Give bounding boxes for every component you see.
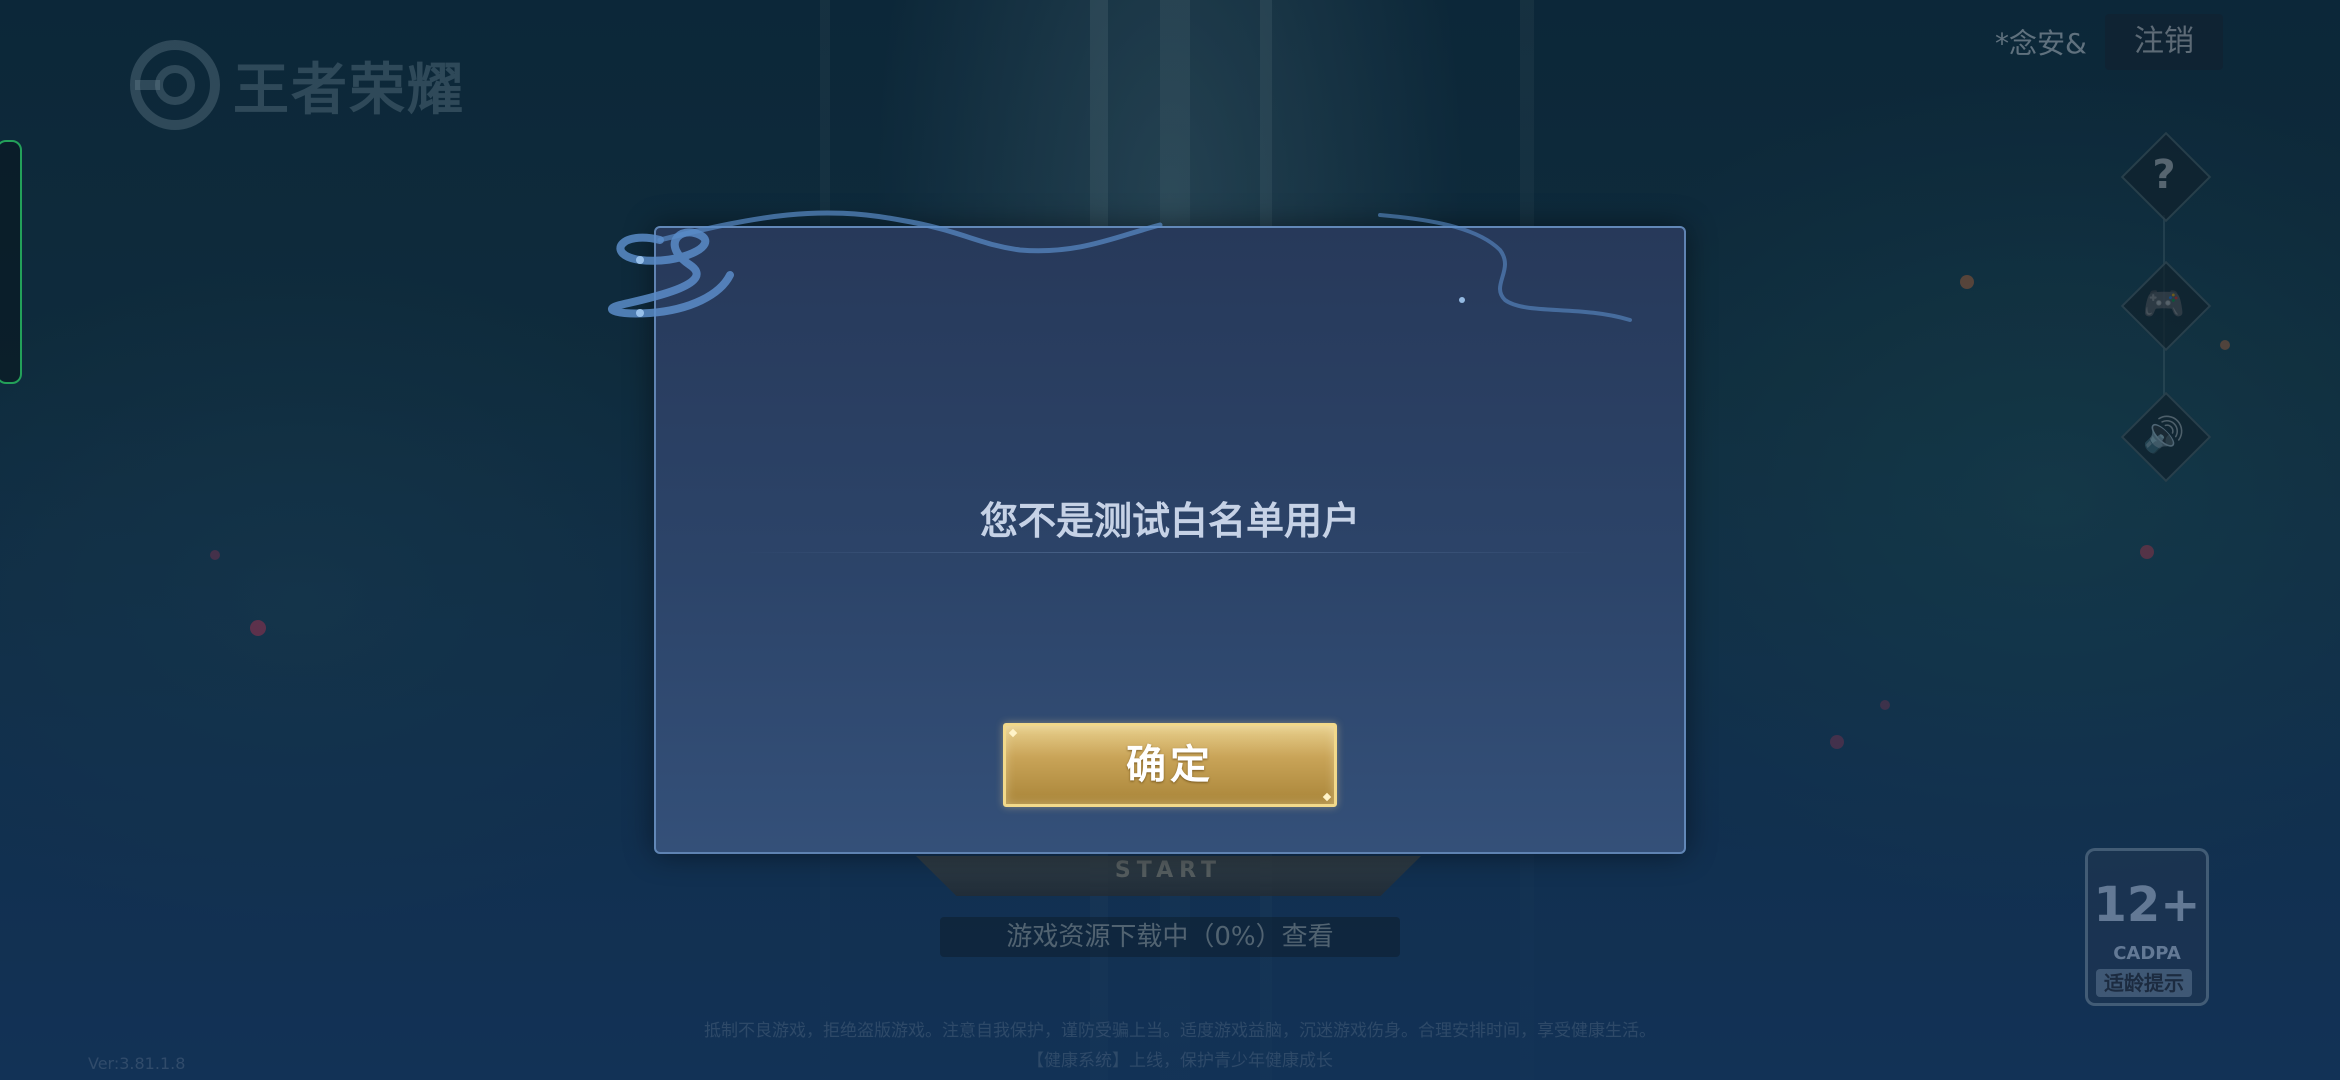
game-launch-screen: 王者荣耀 *念安& 注销 ? 🎮 🔊 12+ CADPA 适龄提示 START …	[0, 0, 2340, 1080]
dialog-message: 您不是测试白名单用户	[979, 499, 1360, 543]
confirm-button[interactable]: 确定	[1003, 723, 1337, 807]
dialog-divider	[736, 552, 1606, 553]
